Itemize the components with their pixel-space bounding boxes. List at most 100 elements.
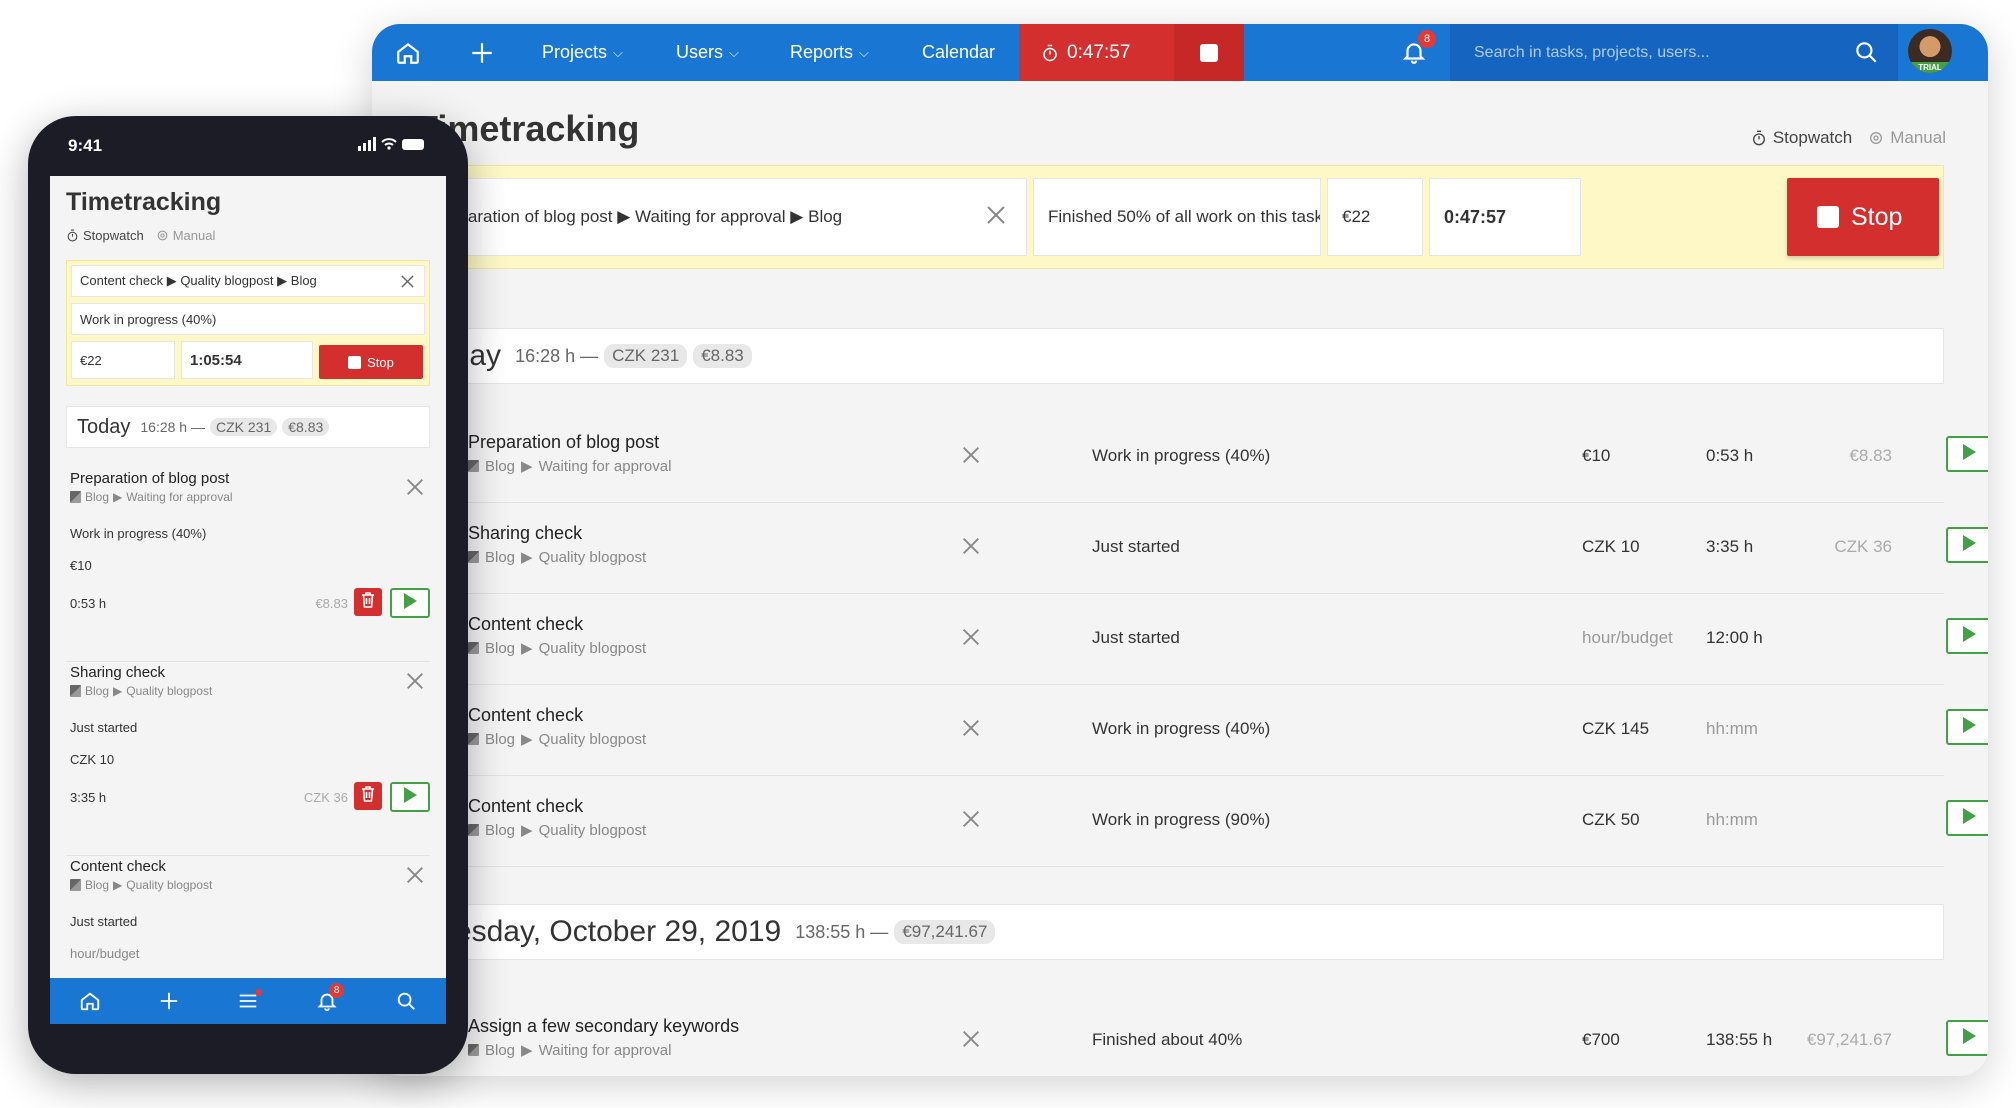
phone-timer-rate-field[interactable]: €22 <box>71 341 175 379</box>
entry-task-name: Sharing check <box>70 664 166 681</box>
topbar-stop-button[interactable] <box>1174 24 1244 81</box>
entry-time[interactable]: 3:35 h <box>1706 537 1753 557</box>
menu-calendar-label: Calendar <box>922 42 996 62</box>
mode-manual[interactable]: Manual <box>1868 128 1946 148</box>
entry-rate[interactable]: CZK 10 <box>1582 537 1640 557</box>
home-icon[interactable] <box>72 983 108 1019</box>
entry-rate[interactable]: €10 <box>70 558 92 573</box>
entry-rate[interactable]: CZK 145 <box>1582 719 1649 739</box>
close-icon[interactable] <box>960 626 982 653</box>
user-avatar[interactable]: TRIAL <box>1908 29 1952 73</box>
mode-switch: Stopwatch Manual <box>1751 128 1946 148</box>
entry-task-name: Content check <box>468 705 584 725</box>
play-button[interactable] <box>1946 527 1988 563</box>
search-icon[interactable] <box>1846 32 1886 72</box>
close-icon[interactable] <box>960 1028 982 1055</box>
project-flag-icon <box>468 642 479 654</box>
close-icon[interactable] <box>960 717 982 744</box>
stopwatch-icon <box>67 229 78 242</box>
gear-icon <box>1870 132 1883 144</box>
notifications-bell-icon[interactable]: 8 <box>309 983 345 1019</box>
close-icon[interactable] <box>404 864 426 891</box>
phone-timer-elapsed-field[interactable]: 1:05:54 <box>181 341 313 379</box>
menu-icon[interactable] <box>230 983 266 1019</box>
entry-status: Work in progress (40%) <box>1092 719 1271 738</box>
chevron-down-icon: ⌵ <box>859 44 869 60</box>
entry-rate[interactable]: €700 <box>1582 1030 1620 1050</box>
entry-row: Content check Blog ▶ Quality blogpost Work i… <box>416 776 1988 867</box>
day-eur: €97,241.67 <box>894 920 996 944</box>
search-input[interactable]: Search in tasks, projects, users... <box>1450 24 1898 81</box>
phone-timer-task-field[interactable]: Content check ▶ Quality blogpost ▶ Blog <box>71 265 425 297</box>
timer-task-field[interactable]: Preparation of blog post ▶ Waiting for a… <box>417 178 1027 256</box>
entry-time[interactable]: 3:35 h <box>70 790 106 805</box>
delete-button[interactable] <box>354 588 382 616</box>
phone-timer-note-field[interactable]: Work in progress (40%) <box>71 303 425 335</box>
entry-status: Just started <box>1092 537 1180 556</box>
phone-stop-button[interactable]: Stop <box>319 345 423 379</box>
play-button[interactable] <box>1946 618 1988 654</box>
entry-time[interactable]: 138:55 h <box>1706 1030 1772 1050</box>
mode-stopwatch[interactable]: Stopwatch <box>1751 128 1852 148</box>
trial-badge: TRIAL <box>1908 62 1952 73</box>
timer-note-field[interactable]: Finished 50% of all work on this task <box>1033 178 1321 256</box>
entry-status: Work in progress (40%) <box>1092 446 1271 465</box>
entry-rate[interactable]: €10 <box>1582 446 1610 466</box>
notifications-badge: 8 <box>1418 30 1436 48</box>
close-icon[interactable] <box>404 476 426 503</box>
entry-project: Blog <box>485 730 516 748</box>
entry-task-name: Preparation of blog post <box>70 470 230 487</box>
entry-time[interactable]: 0:53 h <box>1706 446 1753 466</box>
play-icon <box>1961 534 1977 557</box>
entry-time[interactable]: hh:mm <box>1706 719 1758 739</box>
entry-time[interactable]: 12:00 h <box>1706 628 1763 648</box>
day-czk: CZK 231 <box>604 344 688 368</box>
phone-entry-card: Preparation of blog post Blog ▶ Waiting for… <box>66 470 430 662</box>
entry-stage: Waiting for approval <box>126 490 233 504</box>
timer-rate-field[interactable]: €22 <box>1327 178 1423 256</box>
play-button[interactable] <box>1946 436 1988 472</box>
entry-task-name: Content check <box>468 796 584 816</box>
entry-time[interactable]: hh:mm <box>1706 810 1758 830</box>
close-icon[interactable] <box>404 670 426 697</box>
mode-manual-label: Manual <box>172 228 216 243</box>
running-timer[interactable]: 0:47:57 <box>1019 24 1174 81</box>
menu-users[interactable]: Users ⌵ <box>676 24 739 81</box>
home-icon[interactable] <box>388 33 428 73</box>
play-button[interactable] <box>390 588 430 618</box>
trash-icon <box>361 785 375 807</box>
entry-rate[interactable]: hour/budget <box>70 946 139 961</box>
entry-rate[interactable]: CZK 50 <box>1582 810 1640 830</box>
mode-manual[interactable]: Manual <box>156 228 216 243</box>
search-icon[interactable] <box>388 983 424 1019</box>
day-eur: €8.83 <box>693 344 752 368</box>
entry-rate[interactable]: CZK 10 <box>70 752 114 767</box>
close-icon[interactable] <box>984 203 1008 232</box>
timer-elapsed-field[interactable]: 0:47:57 <box>1429 178 1581 256</box>
add-icon[interactable] <box>462 33 502 73</box>
entry-rate[interactable]: hour/budget <box>1582 628 1673 648</box>
phone-clock: 9:41 <box>68 136 103 155</box>
play-button[interactable] <box>390 782 430 812</box>
play-button[interactable] <box>1946 1020 1988 1056</box>
play-button[interactable] <box>1946 709 1988 745</box>
close-icon[interactable] <box>960 808 982 835</box>
close-icon[interactable] <box>960 444 982 471</box>
menu-reports[interactable]: Reports ⌵ <box>790 24 869 81</box>
delete-button[interactable] <box>354 782 382 810</box>
day-header-tuesday: Tuesday, October 29, 2019 138:55 h — €97… <box>416 904 1944 960</box>
stop-button[interactable]: Stop <box>1787 178 1939 256</box>
menu-calendar[interactable]: Calendar <box>922 24 995 81</box>
entry-time[interactable]: 0:53 h <box>70 596 106 611</box>
close-icon[interactable] <box>399 273 416 293</box>
entry-breadcrumb: Blog ▶ Quality blogpost <box>468 548 646 566</box>
add-icon[interactable] <box>151 983 187 1019</box>
entry-stage: Quality blogpost <box>538 821 647 839</box>
play-icon <box>1961 625 1977 648</box>
close-icon[interactable] <box>960 535 982 562</box>
play-button[interactable] <box>1946 800 1988 836</box>
mode-stopwatch[interactable]: Stopwatch <box>66 228 144 243</box>
notifications-bell-icon[interactable]: 8 <box>1394 30 1436 72</box>
project-flag-icon <box>468 460 479 472</box>
menu-projects[interactable]: Projects ⌵ <box>542 24 623 81</box>
